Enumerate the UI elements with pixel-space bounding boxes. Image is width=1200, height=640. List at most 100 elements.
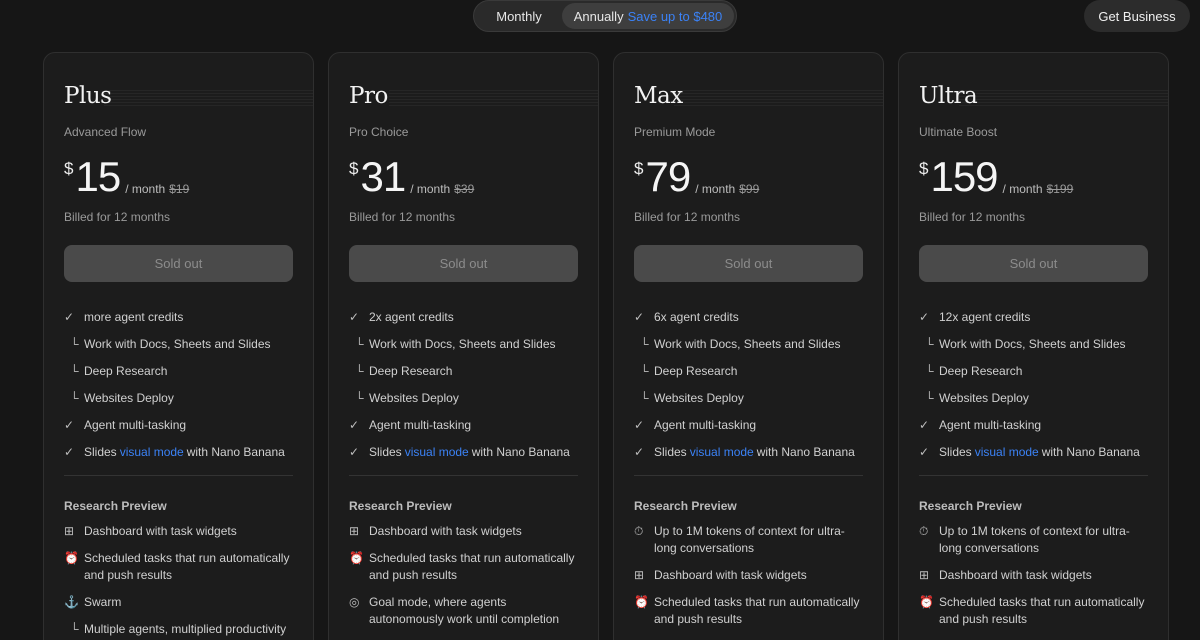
feature-docs: └ Work with Docs, Sheets and Slides [64,330,293,357]
research-item: ⏰ Scheduled tasks that run automatically … [349,550,578,584]
feature-docs: └ Work with Docs, Sheets and Slides [634,330,863,357]
check-icon: ✓ [919,309,930,324]
plan-subtitle: Ultimate Boost [919,125,998,139]
research-item-text: Scheduled tasks that run automatically a… [369,551,575,582]
dashboard-icon: ⊞ [64,524,75,538]
sub-branch-icon: └ [640,336,649,351]
research-item-text: Scheduled tasks that run automatically a… [939,595,1145,626]
research-item-text: Up to 1M tokens of context for ultra-lon… [654,524,845,555]
currency-symbol: $ [64,159,74,178]
feature-text: Websites Deploy [84,390,174,405]
swarm-icon: ⚓ [64,595,79,609]
dashboard-icon: ⊞ [919,568,930,582]
plan-card-ultra: Ultra Ultimate Boost $ 159 / month $199 … [898,52,1169,640]
billing-annual-option[interactable]: Annually Save up to $480 [562,3,734,29]
sold-out-button[interactable]: Sold out [64,245,293,282]
dashboard-icon: ⊞ [349,524,360,538]
plan-subtitle: Premium Mode [634,125,716,139]
sub-branch-icon: └ [640,363,649,378]
feature-text: Work with Docs, Sheets and Slides [654,336,841,351]
feature-text: Agent multi-tasking [939,417,1042,432]
feature-research: └ Deep Research [919,357,1148,384]
feature-text: with Nano Banana [471,444,570,459]
plan-card-max: Max Premium Mode $ 79 / month $99 Billed… [613,52,884,640]
research-item: ⏱ Up to 1M tokens of context for ultra-lo… [634,523,863,557]
price-period: / month [410,182,451,196]
research-item: ⏱ Up to 1M tokens of context for ultra-lo… [919,523,1148,557]
research-item: ⏰ Scheduled tasks that run automatically … [919,594,1148,628]
currency-symbol: $ [634,159,644,178]
research-item-text: Goal mode, where agents autonomously wor… [369,595,560,626]
sold-out-button[interactable]: Sold out [349,245,578,282]
plan-title: Plus [64,83,112,109]
feature-text: Deep Research [939,363,1023,378]
visual-mode-link[interactable]: visual mode [120,445,184,459]
feature-text: Websites Deploy [939,390,1029,405]
decorative-lines [674,90,883,108]
context-icon: ⏱ [634,524,644,538]
feature-research: └ Deep Research [64,357,293,384]
research-item: ⊞ Dashboard with task widgets [64,523,293,540]
research-item-text: Dashboard with task widgets [939,568,1092,582]
feature-text: 6x agent credits [654,309,739,324]
sub-branch-icon: └ [70,622,79,636]
divider [634,475,863,476]
research-item-text: Multiple agents, multiplied productivity [84,622,287,636]
feature-text: with Nano Banana [186,444,285,459]
feature-list: ✓ more agent credits └ Work with Docs, She… [64,303,293,465]
check-icon: ✓ [919,444,930,459]
research-preview-title: Research Preview [919,499,1022,513]
feature-credits: ✓ 6x agent credits [634,303,863,330]
research-item-text: Dashboard with task widgets [84,524,237,538]
research-preview-title: Research Preview [634,499,737,513]
sub-branch-icon: └ [925,336,934,351]
feature-text: Deep Research [84,363,168,378]
research-item: ⊞ Dashboard with task widgets [634,567,863,584]
feature-multitask: ✓ Agent multi-tasking [634,411,863,438]
feature-docs: └ Work with Docs, Sheets and Slides [919,330,1148,357]
feature-slides: ✓ Slides visual mode with Nano Banana [64,438,293,465]
visual-mode-link[interactable]: visual mode [975,445,1039,459]
sub-branch-icon: └ [355,336,364,351]
alarm-icon: ⏰ [634,595,649,609]
sold-out-button[interactable]: Sold out [919,245,1148,282]
get-business-button[interactable]: Get Business [1084,0,1190,32]
research-item-text: Swarm [84,595,122,609]
alarm-icon: ⏰ [349,551,364,565]
visual-mode-link[interactable]: visual mode [405,445,469,459]
feature-deploy: └ Websites Deploy [64,384,293,411]
check-icon: ✓ [64,417,75,432]
feature-text: Agent multi-tasking [369,417,472,432]
feature-deploy: └ Websites Deploy [919,384,1148,411]
alarm-icon: ⏰ [919,595,934,609]
price-amount: 15 [75,153,121,200]
price-amount: 79 [645,153,691,200]
feature-text: 12x agent credits [939,309,1031,324]
plan-card-pro: Pro Pro Choice $ 31 / month $39 Billed f… [328,52,599,640]
currency-symbol: $ [349,159,359,178]
research-preview-list: ⊞ Dashboard with task widgets ⏰ Scheduled t… [349,523,578,638]
billing-note: Billed for 12 months [634,210,741,224]
decorative-lines [389,90,598,108]
price-amount: 159 [930,153,998,200]
alarm-icon: ⏰ [64,551,79,565]
feature-list: ✓ 2x agent credits └ Work with Docs, Sheet… [349,303,578,465]
check-icon: ✓ [919,417,930,432]
divider [64,475,293,476]
feature-text: Deep Research [369,363,453,378]
research-item-text: Up to 1M tokens of context for ultra-lon… [939,524,1130,555]
feature-deploy: └ Websites Deploy [349,384,578,411]
research-preview-list: ⊞ Dashboard with task widgets ⏰ Scheduled t… [64,523,293,640]
sub-branch-icon: └ [925,363,934,378]
original-price: $19 [169,182,190,196]
visual-mode-link[interactable]: visual mode [690,445,754,459]
plan-cards: Plus Advanced Flow $ 15 / month $19 Bill… [43,52,1169,640]
billing-monthly-option[interactable]: Monthly [476,3,562,29]
annual-label: Annually [573,8,624,24]
research-preview-list: ⏱ Up to 1M tokens of context for ultra-lo… [634,523,863,638]
price-period: / month [125,182,166,196]
sold-out-button[interactable]: Sold out [634,245,863,282]
feature-text: Deep Research [654,363,738,378]
divider [919,475,1148,476]
sub-branch-icon: └ [640,390,649,405]
